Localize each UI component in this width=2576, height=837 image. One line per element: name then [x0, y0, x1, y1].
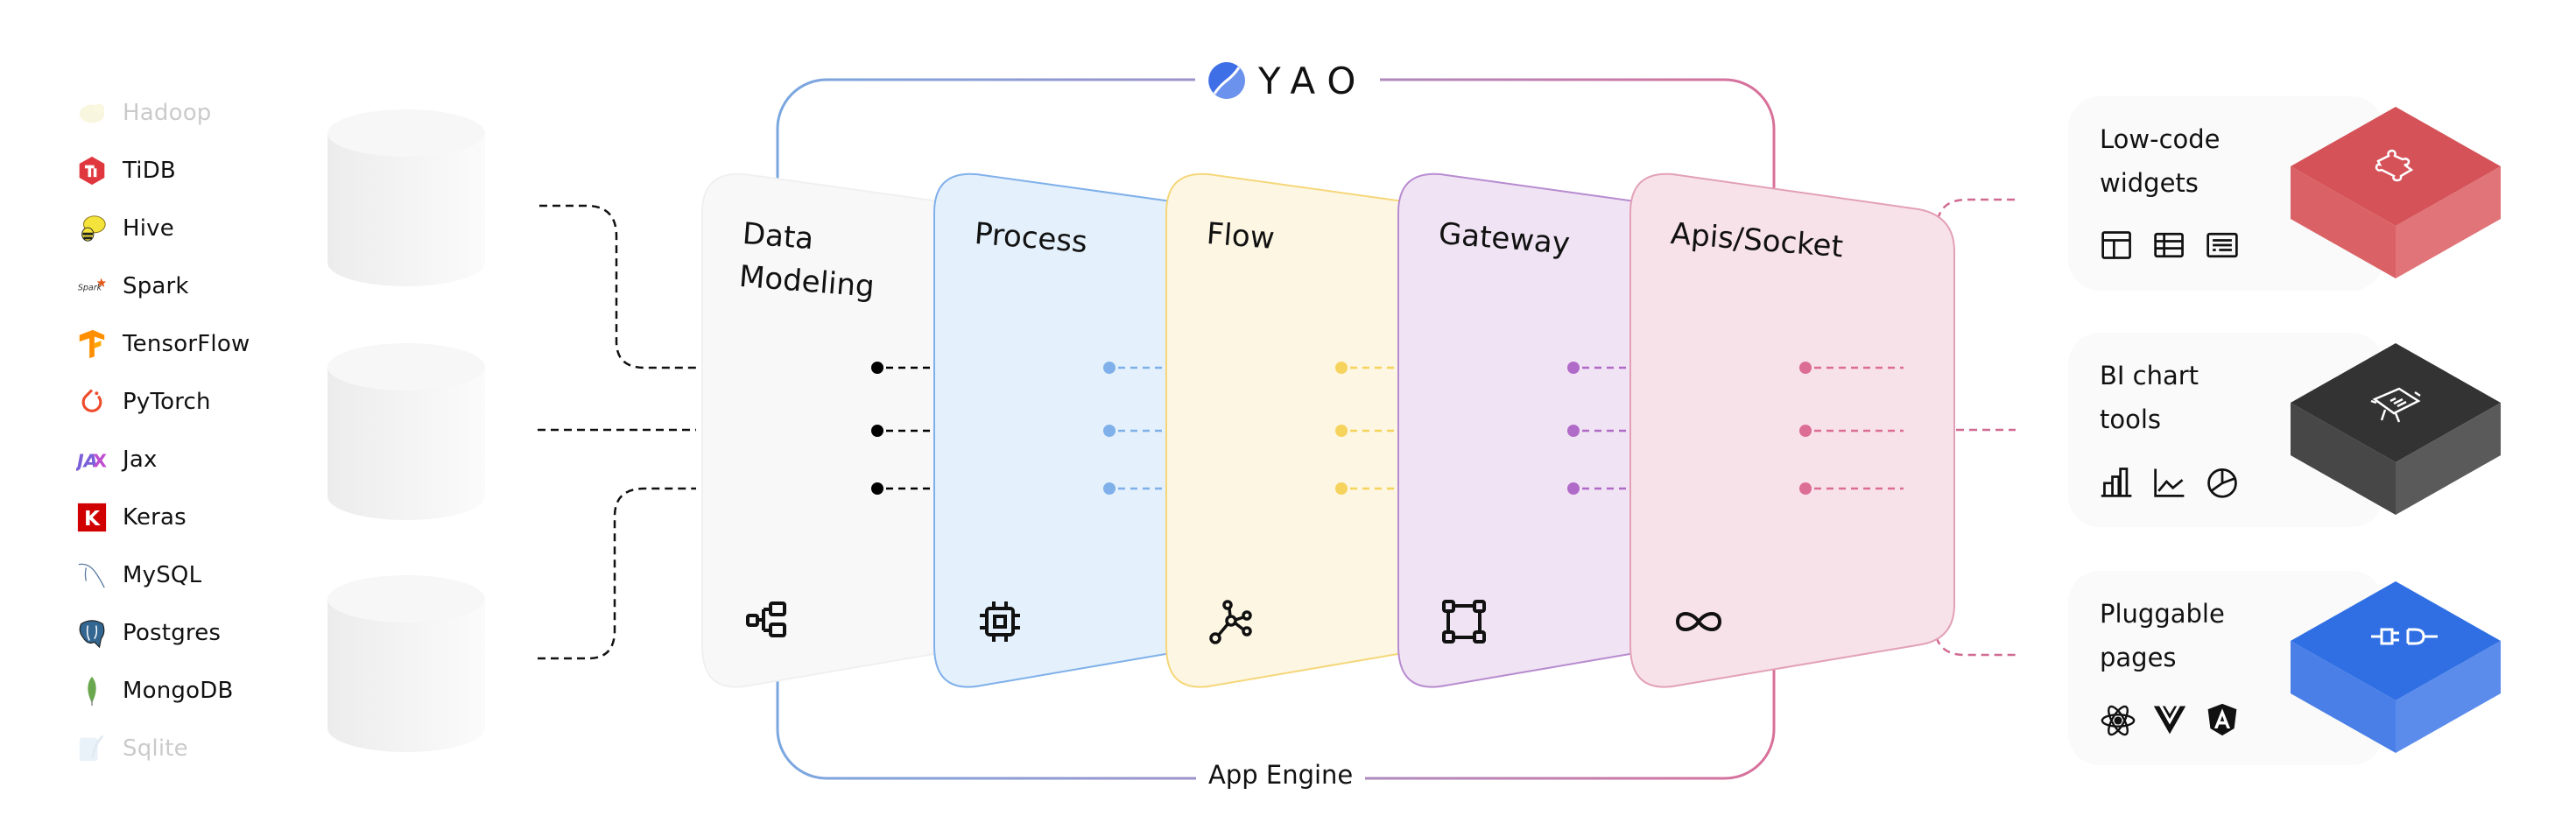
table-icon — [2152, 228, 2191, 266]
yao-logo: YAO — [1195, 56, 1381, 105]
panel-icon-row — [2100, 228, 2243, 266]
output-cube — [2291, 341, 2501, 520]
connector-dot — [871, 362, 883, 374]
bar-chart-icon — [2100, 464, 2138, 503]
vue-icon — [2152, 702, 2191, 741]
layout-icon — [2100, 228, 2138, 266]
panel-icon-row — [2100, 702, 2243, 741]
output-cube — [2291, 580, 2501, 758]
card-title: Flow — [1205, 215, 1277, 257]
connector-dot — [1335, 482, 1348, 495]
connector-dot — [871, 482, 883, 495]
app-engine-label: App Engine — [1196, 760, 1366, 790]
react-icon — [2100, 702, 2138, 741]
pie-chart-icon — [2205, 464, 2243, 503]
panel-icon-row — [2100, 464, 2243, 503]
connector-dot — [1335, 425, 1348, 437]
connector-dot — [1567, 482, 1580, 495]
panel-title: Pluggable pages — [2100, 599, 2225, 672]
panel-title: BI chart tools — [2100, 361, 2199, 434]
connector-dot — [1799, 425, 1812, 437]
connector-dot — [1103, 362, 1116, 374]
output-cube — [2291, 105, 2501, 284]
network-nodes-icon — [1208, 598, 1256, 645]
angular-icon — [2205, 702, 2243, 741]
cpu-chip-icon — [976, 598, 1024, 645]
connector-dot — [1335, 362, 1348, 374]
connector-dot — [1103, 425, 1116, 437]
connector-dot — [871, 425, 883, 437]
source-connectors — [538, 204, 696, 660]
connector-dot — [1567, 362, 1580, 374]
connector-top — [539, 204, 696, 369]
card-title: Process — [973, 215, 1089, 260]
connector-dot — [1799, 482, 1812, 495]
line-chart-icon — [2152, 464, 2191, 503]
panel-title: Low-code widgets — [2100, 124, 2221, 198]
connector-dot — [1567, 425, 1580, 437]
card-title: Data Modeling — [737, 215, 876, 306]
brand-name: YAO — [1258, 59, 1369, 102]
connector-dot — [1799, 362, 1812, 374]
vector-square-icon — [1440, 598, 1488, 645]
hierarchy-icon — [744, 598, 792, 645]
infinity-icon — [1672, 598, 1722, 645]
yao-yin-yang-logo — [1208, 62, 1245, 99]
form-icon — [2205, 228, 2243, 266]
connector-bottom — [538, 487, 696, 660]
connector-dot — [1103, 482, 1116, 495]
